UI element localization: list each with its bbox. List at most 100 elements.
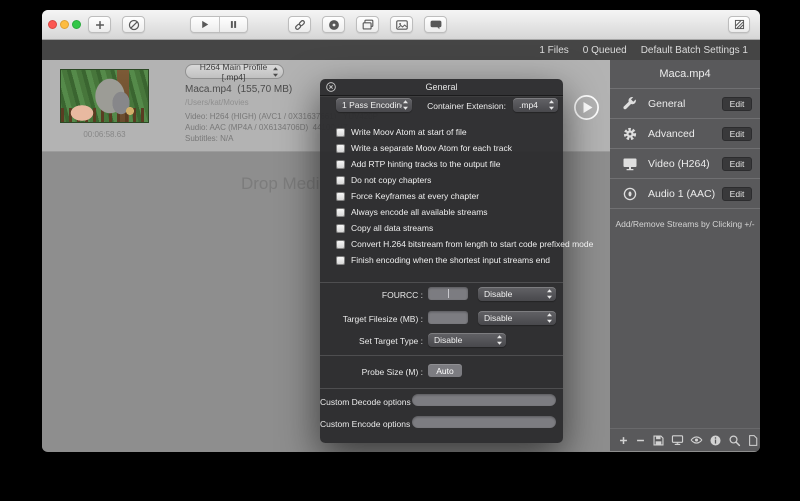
- set-target-type-dropdown[interactable]: Disable: [428, 333, 506, 347]
- target-filesize-input[interactable]: [428, 311, 468, 324]
- sidebar-item-audio[interactable]: Audio 1 (AAC) Edit: [610, 179, 760, 209]
- add-icon: [93, 18, 107, 32]
- edit-general-button[interactable]: Edit: [722, 97, 752, 111]
- checkbox-label: Finish encoding when the shortest input …: [351, 255, 550, 265]
- pattern-button[interactable]: [728, 16, 750, 33]
- probe-size-auto-button[interactable]: Auto: [428, 364, 462, 377]
- sidebar-item-label: Video (H264): [648, 158, 722, 170]
- remove-stream-button[interactable]: [635, 434, 646, 447]
- record-button[interactable]: [322, 16, 345, 33]
- status-bar: 1 Files 0 Queued Default Batch Settings …: [42, 40, 760, 60]
- join-files-button[interactable]: [288, 16, 311, 33]
- save-button[interactable]: [652, 434, 665, 447]
- queued-count: 0 Queued: [583, 45, 627, 56]
- options-checkbox-list: Write Moov Atom at start of file Write a…: [336, 124, 555, 268]
- fourcc-input[interactable]: [428, 287, 468, 300]
- add-remove-streams-hint: Add/Remove Streams by Clicking +/-: [610, 209, 760, 239]
- checkbox[interactable]: [336, 224, 345, 233]
- pause-icon: [227, 18, 240, 31]
- search-button[interactable]: [728, 434, 741, 447]
- sidebar-item-general[interactable]: General Edit: [610, 89, 760, 119]
- subtitles-info: Subtitles: N/A: [185, 134, 233, 143]
- checkbox-row[interactable]: Add RTP hinting tracks to the output fil…: [336, 156, 555, 172]
- checkbox-label: Do not copy chapters: [351, 175, 431, 185]
- preview-button[interactable]: [390, 16, 413, 33]
- text-cursor: [448, 289, 449, 298]
- container-extension-dropdown[interactable]: .mp4: [513, 98, 558, 112]
- checkbox[interactable]: [336, 144, 345, 153]
- fourcc-label: FOURCC :: [320, 290, 423, 300]
- checkbox-row[interactable]: Write Moov Atom at start of file: [336, 124, 555, 140]
- checkbox-row[interactable]: Convert H.264 bitstream from length to s…: [336, 236, 555, 252]
- checkbox-row[interactable]: Copy all data streams: [336, 220, 555, 236]
- batch-windows-button[interactable]: [356, 16, 379, 33]
- display-button[interactable]: [671, 434, 684, 447]
- checkbox-row[interactable]: Always encode all available streams: [336, 204, 555, 220]
- gear-icon: [622, 126, 638, 142]
- general-settings-dialog: General 1 Pass Encoding Container Extens…: [320, 79, 563, 443]
- target-filesize-label: Target Filesize (MB) :: [320, 314, 423, 324]
- image-icon: [395, 18, 409, 32]
- fourcc-mode-value: Disable: [484, 289, 546, 299]
- stripes-icon: [733, 18, 746, 31]
- desktop-background: 1 Files 0 Queued Default Batch Settings …: [0, 0, 800, 501]
- edit-audio-button[interactable]: Edit: [722, 187, 752, 201]
- info-button[interactable]: [709, 434, 722, 447]
- custom-encode-input[interactable]: [412, 416, 556, 428]
- document-button[interactable]: [747, 434, 759, 447]
- custom-decode-input[interactable]: [412, 394, 556, 406]
- encoding-mode-value: 1 Pass Encoding: [342, 100, 402, 110]
- settings-sidebar: Maca.mp4 General Edit Advanced Edit Vide…: [610, 60, 760, 451]
- container-extension-value: .mp4: [519, 100, 548, 110]
- probe-size-label: Probe Size (M) :: [320, 367, 423, 377]
- start-encoding-button[interactable]: [191, 17, 219, 32]
- checkbox[interactable]: [336, 128, 345, 137]
- add-stream-button[interactable]: [618, 434, 629, 447]
- container-extension-label: Container Extension:: [416, 101, 506, 111]
- sidebar-item-video[interactable]: Video (H264) Edit: [610, 149, 760, 179]
- sidebar-item-advanced[interactable]: Advanced Edit: [610, 119, 760, 149]
- checkbox-row[interactable]: Force Keyframes at every chapter: [336, 188, 555, 204]
- minimize-window-button[interactable]: [60, 20, 69, 29]
- video-thumbnail[interactable]: [60, 69, 149, 123]
- sidebar-footer-toolbar: [610, 428, 760, 451]
- pause-encoding-button[interactable]: [219, 17, 248, 32]
- log-button[interactable]: [424, 16, 447, 33]
- divider: [320, 355, 563, 356]
- checkbox[interactable]: [336, 256, 345, 265]
- edit-video-button[interactable]: Edit: [722, 157, 752, 171]
- checkbox[interactable]: [336, 208, 345, 217]
- audio-icon: [622, 186, 638, 202]
- zoom-window-button[interactable]: [72, 20, 81, 29]
- target-filesize-mode-dropdown[interactable]: Disable: [478, 311, 556, 325]
- checkbox-label: Always encode all available streams: [351, 207, 488, 217]
- play-circle-icon: [573, 94, 600, 121]
- preset-dropdown[interactable]: H264 Main Profile [.mp4]: [185, 64, 284, 79]
- fourcc-mode-dropdown[interactable]: Disable: [478, 287, 556, 301]
- encoding-mode-dropdown[interactable]: 1 Pass Encoding: [336, 98, 412, 112]
- batch-settings-label[interactable]: Default Batch Settings 1: [641, 45, 748, 56]
- play-file-button[interactable]: [573, 94, 600, 121]
- eye-button[interactable]: [690, 434, 703, 447]
- transport-control: [190, 16, 248, 33]
- checkbox-row[interactable]: Do not copy chapters: [336, 172, 555, 188]
- preset-dropdown-value: H264 Main Profile [.mp4]: [195, 62, 272, 82]
- divider: [320, 388, 563, 389]
- dialog-titlebar[interactable]: General: [320, 79, 563, 96]
- checkbox-row[interactable]: Write a separate Moov Atom for each trac…: [336, 140, 555, 156]
- checkbox-label: Add RTP hinting tracks to the output fil…: [351, 159, 500, 169]
- file-name: Maca.mp4 (155,70 MB): [185, 84, 292, 95]
- checkbox-label: Convert H.264 bitstream from length to s…: [351, 239, 593, 249]
- stepper-icon: [402, 99, 409, 111]
- stepper-icon: [546, 288, 553, 300]
- add-file-button[interactable]: [88, 16, 111, 33]
- cancel-button[interactable]: [122, 16, 145, 33]
- edit-advanced-button[interactable]: Edit: [722, 127, 752, 141]
- checkbox-label: Write a separate Moov Atom for each trac…: [351, 143, 512, 153]
- checkbox-row[interactable]: Finish encoding when the shortest input …: [336, 252, 555, 268]
- close-window-button[interactable]: [48, 20, 57, 29]
- checkbox[interactable]: [336, 240, 345, 249]
- checkbox[interactable]: [336, 192, 345, 201]
- checkbox[interactable]: [336, 176, 345, 185]
- checkbox[interactable]: [336, 160, 345, 169]
